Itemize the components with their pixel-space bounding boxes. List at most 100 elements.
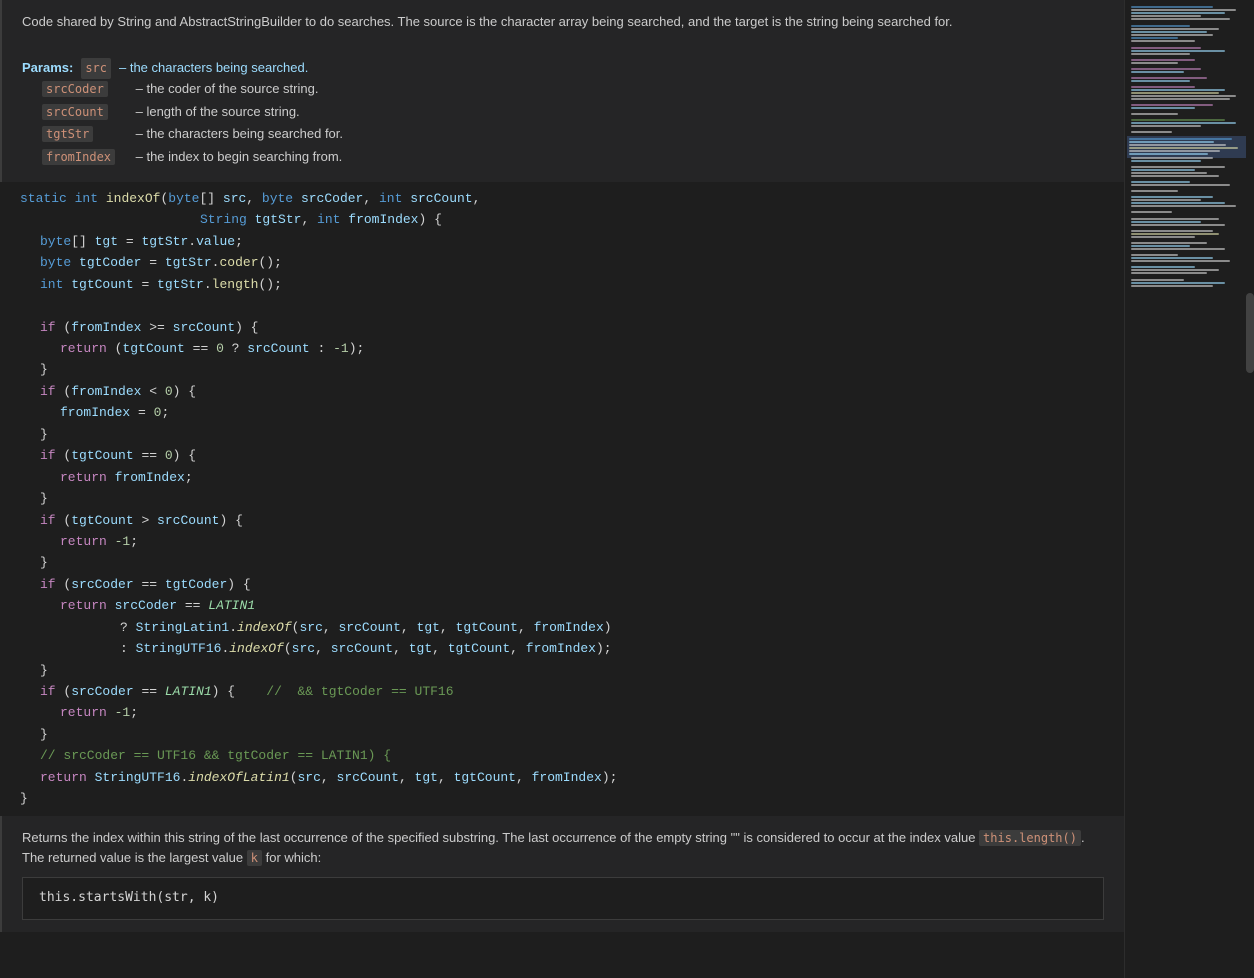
ref-stringutf16-2: StringUTF16 — [95, 767, 181, 788]
ref-srccount-3: srcCount — [157, 510, 219, 531]
const-latin1-1: LATIN1 — [208, 595, 255, 616]
kw-byte-2: byte — [262, 188, 293, 209]
ref-srccount-2: srcCount — [247, 338, 309, 359]
code-line-26: } — [20, 724, 1124, 745]
code-line-4: byte tgtCoder = tgtStr . coder (); — [20, 252, 1124, 273]
num-0-1: 0 — [216, 338, 224, 359]
ref-tgtcount-2: tgtCount — [71, 445, 133, 466]
param-srccoder-1: srcCoder — [301, 188, 363, 209]
kw-return-6: return — [40, 767, 87, 788]
inline-code-k: k — [247, 850, 262, 866]
ref-srccount-1: srcCount — [173, 317, 235, 338]
arg-tgt-1: tgt — [417, 617, 440, 638]
kw-string-1: String — [200, 209, 247, 230]
kw-if-2: if — [40, 381, 56, 402]
code-line-1: static int indexOf ( byte [] src , byte … — [20, 188, 1124, 209]
params-label: Params: — [22, 58, 73, 79]
code-line-3: byte [] tgt = tgtStr . value ; — [20, 231, 1124, 252]
bottom-doc-text: Returns the index within this string of … — [22, 828, 1104, 870]
code-line-28: return StringUTF16 . indexOfLatin1 ( src… — [20, 767, 1124, 788]
code-line-21: ? StringLatin1 . indexOf ( src , srcCoun… — [20, 617, 1124, 638]
param-srccount-desc: – length of the source string. — [132, 102, 300, 123]
arg-tgt-3: tgt — [415, 767, 438, 788]
param-srccount-row: srcCount – length of the source string. — [42, 102, 1104, 123]
ref-srccoder-3: srcCoder — [71, 681, 133, 702]
const-latin1-2: LATIN1 — [165, 681, 212, 702]
code-line-24: if ( srcCoder == LATIN1 ) { // && tgtCod… — [20, 681, 1124, 702]
kw-return-4: return — [60, 595, 107, 616]
fn-coder: coder — [219, 252, 258, 273]
kw-byte-1: byte — [168, 188, 199, 209]
ref-stringutf16-1: StringUTF16 — [136, 638, 222, 659]
kw-return-3: return — [60, 531, 107, 552]
code-line-16: if ( tgtCount > srcCount ) { — [20, 510, 1124, 531]
ref-tgtcount-3: tgtCount — [71, 510, 133, 531]
param-fromindex-code: fromIndex — [42, 149, 115, 165]
code-line-15: } — [20, 488, 1124, 509]
code-line-9: } — [20, 359, 1124, 380]
num-neg1-1: -1 — [333, 338, 349, 359]
code-line-14: return fromIndex ; — [20, 467, 1124, 488]
param-srccount-code: srcCount — [42, 104, 108, 120]
top-doc-block: Code shared by String and AbstractString… — [0, 0, 1124, 182]
num-0-4: 0 — [165, 445, 173, 466]
arg-fromindex-3: fromIndex — [532, 767, 602, 788]
kw-int-3: int — [317, 209, 340, 230]
code-blank-1 — [20, 295, 1124, 316]
bottom-doc-block: Returns the index within this string of … — [0, 816, 1124, 932]
kw-return-1: return — [60, 338, 107, 359]
arg-srccount-3: srcCount — [337, 767, 399, 788]
num-neg1-3: -1 — [115, 702, 131, 723]
fn-indexoflatin1: indexOfLatin1 — [188, 767, 289, 788]
ref-tgtstr-3: tgtStr — [157, 274, 204, 295]
code-line-8: return ( tgtCount == 0 ? srcCount : -1 )… — [20, 338, 1124, 359]
arg-tgtcount-3: tgtCount — [454, 767, 516, 788]
main-content: Code shared by String and AbstractString… — [0, 0, 1124, 978]
code-line-23: } — [20, 660, 1124, 681]
kw-byte-4: byte — [40, 252, 71, 273]
param-tgtstr-1: tgtStr — [255, 209, 302, 230]
code-line-12: } — [20, 424, 1124, 445]
scrollbar-track[interactable] — [1246, 0, 1254, 978]
var-tgtcoder: tgtCoder — [79, 252, 141, 273]
param-tgtstr-code: tgtStr — [42, 126, 93, 142]
arg-fromindex-2: fromIndex — [526, 638, 596, 659]
kw-if-4: if — [40, 510, 56, 531]
kw-if-3: if — [40, 445, 56, 466]
var-tgtcount: tgtCount — [71, 274, 133, 295]
param-fromindex-desc: – the index to begin searching from. — [132, 147, 342, 168]
code-line-27: // srcCoder == UTF16 && tgtCoder == LATI… — [20, 745, 1124, 766]
code-line-10: if ( fromIndex < 0 ) { — [20, 381, 1124, 402]
arg-tgtcount-1: tgtCount — [456, 617, 518, 638]
fn-indexof: indexOf — [106, 188, 161, 209]
param-srccoder-code: srcCoder — [42, 81, 108, 97]
scrollbar-thumb[interactable] — [1246, 293, 1254, 373]
fn-indexof-utf16: indexOf — [229, 638, 284, 659]
param-src-desc: – the characters being searched. — [119, 58, 308, 79]
param-src: src — [223, 188, 246, 209]
kw-if-6: if — [40, 681, 56, 702]
kw-static: static — [20, 188, 67, 209]
ref-fromindex-3: fromIndex — [60, 402, 130, 423]
ref-tgtcount-1: tgtCount — [122, 338, 184, 359]
minimap-panel[interactable] — [1124, 0, 1254, 978]
example-code-text: this.startsWith(str, k) — [39, 890, 219, 905]
param-tgtstr-row: tgtStr – the characters being searched f… — [42, 124, 1104, 145]
kw-return-5: return — [60, 702, 107, 723]
ref-fromindex-4: fromIndex — [115, 467, 185, 488]
code-line-22: : StringUTF16 . indexOf ( src , srcCount… — [20, 638, 1124, 659]
code-line-19: if ( srcCoder == tgtCoder ) { — [20, 574, 1124, 595]
arg-fromindex-1: fromIndex — [534, 617, 604, 638]
code-line-18: } — [20, 552, 1124, 573]
doc-description: Code shared by String and AbstractString… — [22, 12, 1104, 33]
fn-indexof-latin1: indexOf — [237, 617, 292, 638]
kw-int-2: int — [379, 188, 402, 209]
code-line-7: if ( fromIndex >= srcCount ) { — [20, 317, 1124, 338]
code-line-2: String tgtStr , int fromIndex ) { — [20, 209, 1124, 230]
arg-src-3: src — [298, 767, 321, 788]
code-line-25: return -1 ; — [20, 702, 1124, 723]
code-line-20: return srcCoder == LATIN1 — [20, 595, 1124, 616]
var-tgt: tgt — [95, 231, 118, 252]
arg-src-2: src — [292, 638, 315, 659]
code-line-29: } — [20, 788, 1124, 809]
